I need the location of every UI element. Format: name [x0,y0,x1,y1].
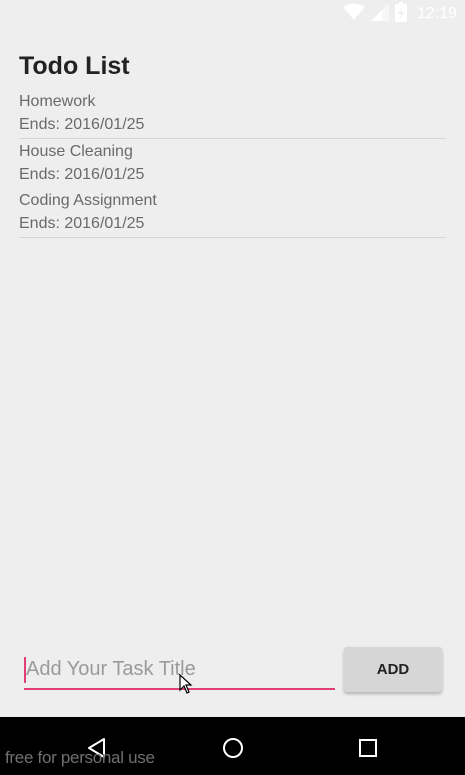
add-task-row: ADD [24,646,444,694]
page-title: Todo List [19,52,130,80]
task-due-date: Ends: 2016/01/25 [19,166,145,183]
task-list: Homework Ends: 2016/01/25 House Cleaning… [19,90,446,238]
signal-icon [370,3,389,25]
task-title: Homework [19,93,96,110]
status-time: 12:19 [416,5,457,22]
add-button[interactable]: ADD [344,647,442,692]
screen: 12:19 Todo List Homework Ends: 2016/01/2… [0,0,465,775]
task-item[interactable]: Coding Assignment Ends: 2016/01/25 [19,189,446,238]
task-title: House Cleaning [19,143,133,160]
status-icons: 12:19 [342,2,457,26]
navigation-bar: free for personal use [0,717,465,775]
mouse-pointer-icon [179,673,193,698]
task-title-field-underline [24,650,335,694]
task-due-date: Ends: 2016/01/25 [19,116,145,133]
task-title: Coding Assignment [19,192,157,209]
task-due-date: Ends: 2016/01/25 [19,215,145,232]
recents-icon[interactable] [353,733,383,763]
battery-icon [394,2,407,26]
text-caret [24,657,26,683]
watermark-text: free for personal use [5,748,155,767]
status-bar: 12:19 [0,0,465,28]
task-item[interactable]: Homework Ends: 2016/01/25 [19,90,446,139]
wifi-icon [342,3,365,25]
task-item[interactable]: House Cleaning Ends: 2016/01/25 [19,140,446,188]
home-icon[interactable] [218,733,248,763]
